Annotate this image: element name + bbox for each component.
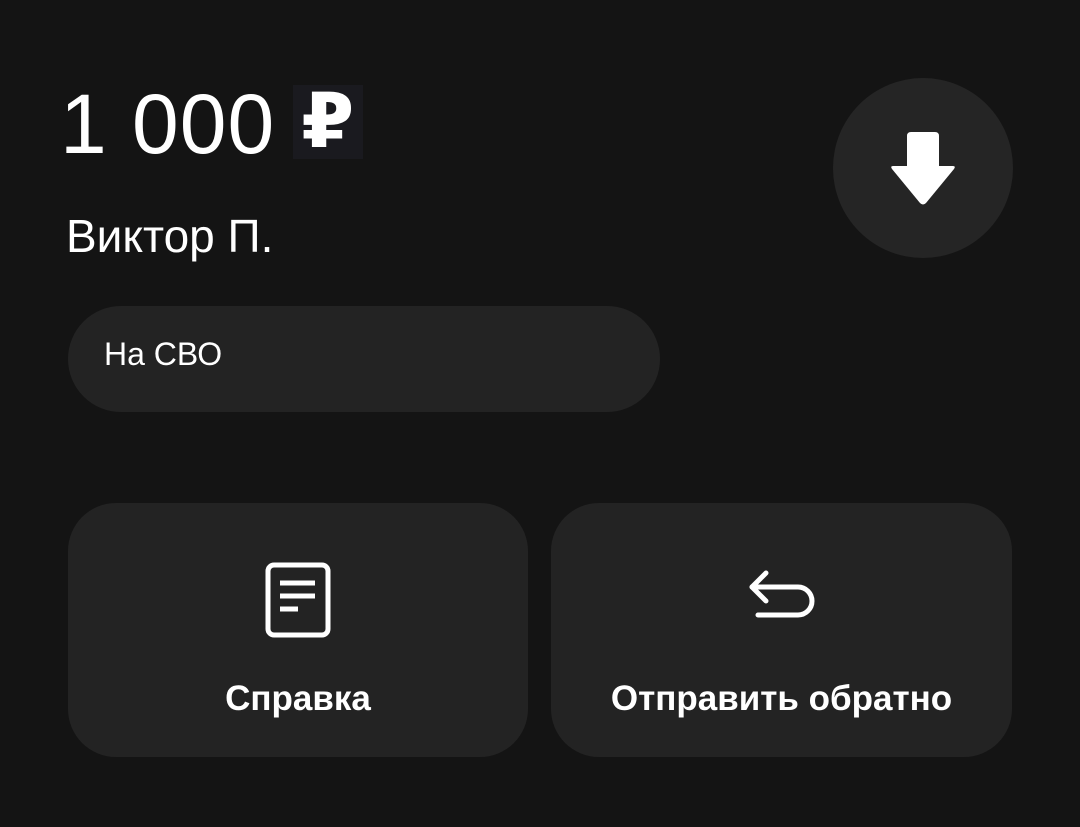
download-button[interactable] (833, 78, 1013, 258)
document-icon (265, 562, 331, 638)
return-arrow-icon (749, 570, 814, 618)
send-back-button[interactable]: Отправить обратно (551, 503, 1012, 757)
amount-value: 1 000 (60, 77, 276, 171)
transfer-comment: На СВО (68, 306, 660, 412)
comment-text: На СВО (104, 335, 223, 372)
receipt-button[interactable]: Справка (68, 503, 528, 757)
receipt-label: Справка (225, 679, 371, 718)
recipient-name: Виктор П. (66, 210, 274, 262)
currency-symbol: ₽ (293, 84, 364, 160)
arrow-down-icon (891, 132, 955, 205)
send-back-label: Отправить обратно (610, 679, 953, 718)
transaction-amount: 1 000 ₽ (60, 77, 364, 171)
